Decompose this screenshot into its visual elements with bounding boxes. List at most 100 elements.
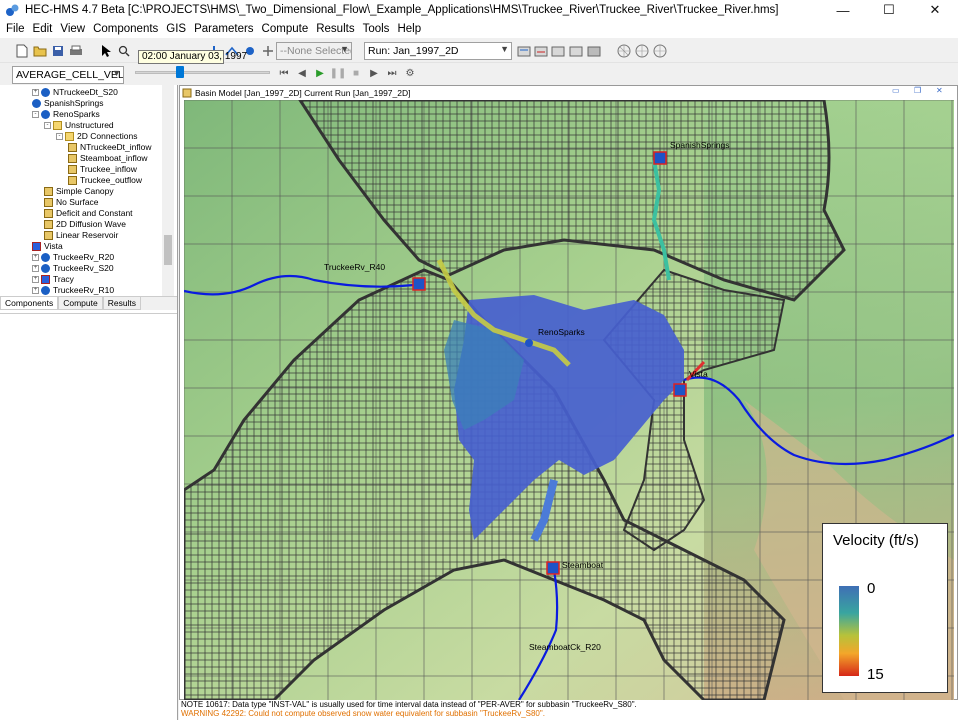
map-restore-button[interactable]: ❐ [914, 86, 921, 95]
tree-item-label: No Surface [56, 197, 99, 207]
menu-tools[interactable]: Tools [359, 23, 394, 35]
tree-item[interactable]: SpanishSprings [32, 98, 104, 109]
tree-item[interactable]: - Unstructured [44, 120, 114, 131]
menu-results[interactable]: Results [312, 23, 358, 35]
watershed-explorer: + NTruckeeDt_S20 SpanishSprings - RenoSparks… [0, 85, 178, 720]
add-element-icon[interactable] [260, 43, 276, 59]
tree-item[interactable]: NTruckeeDt_inflow [68, 142, 152, 153]
tree-item[interactable]: 2D Diffusion Wave [44, 219, 126, 230]
tree-item[interactable]: + TruckeeRv_R20 [32, 252, 114, 263]
tree-item[interactable]: No Surface [44, 197, 99, 208]
run-select-combo[interactable]: Run: Jan_1997_2D ▼ [364, 42, 512, 60]
map-minimize-button[interactable]: ▭ [892, 86, 900, 95]
subbasin-reno-sparks[interactable] [525, 339, 533, 347]
maximize-button[interactable]: ☐ [866, 0, 912, 20]
menu-edit[interactable]: Edit [29, 23, 57, 35]
menu-view[interactable]: View [56, 23, 89, 35]
menu-help[interactable]: Help [393, 23, 425, 35]
tree-item-label: TruckeeRv_R10 [53, 285, 115, 295]
velocity-legend: Velocity (ft/s) 0 15 [822, 523, 948, 693]
grid-view-3-icon[interactable] [652, 43, 668, 59]
element-select-combo[interactable]: --None Selected--▼ [276, 42, 352, 60]
junc-icon [32, 242, 41, 251]
expand-icon[interactable]: + [32, 265, 39, 272]
close-button[interactable]: ✕ [912, 0, 958, 20]
tree-scrollbar[interactable] [162, 85, 174, 296]
tree-item-label: NTruckeeDt_S20 [53, 87, 118, 97]
tab-compute[interactable]: Compute [58, 297, 103, 310]
menu-file[interactable]: File [2, 23, 29, 35]
tree-item[interactable]: Truckee_inflow [68, 164, 137, 175]
time-slider-thumb[interactable] [175, 66, 184, 78]
menu-components[interactable]: Components [89, 23, 162, 35]
tab-components[interactable]: Components [0, 297, 59, 310]
tree-item[interactable]: Simple Canopy [44, 186, 114, 197]
menu-compute[interactable]: Compute [258, 23, 313, 35]
menu-gis[interactable]: GIS [162, 23, 190, 35]
tab-results[interactable]: Results [102, 297, 142, 310]
junction-spanish-springs[interactable] [653, 151, 667, 165]
tree-item-label: Truckee_inflow [80, 164, 137, 174]
sub-icon [68, 176, 77, 185]
zoom-icon[interactable] [116, 43, 132, 59]
tree-item[interactable]: + NTruckeeDt_S20 [32, 87, 118, 98]
tree-item[interactable]: Steamboat_inflow [68, 153, 148, 164]
grid-view-icon[interactable] [616, 43, 632, 59]
skip-to-end-icon[interactable]: ⏭ [386, 66, 398, 80]
junction-truckee-r40[interactable] [412, 277, 426, 291]
minimize-button[interactable]: — [820, 0, 866, 20]
compute-all-icon[interactable] [533, 43, 549, 59]
print-icon[interactable] [68, 43, 84, 59]
skip-to-start-icon[interactable]: ⏮ [278, 66, 290, 80]
tree-item-label: Truckee_outflow [80, 175, 143, 185]
step-forward-icon[interactable]: ▶ [368, 66, 380, 80]
tree-item[interactable]: + Tracy [32, 274, 74, 285]
collapse-icon[interactable]: - [32, 111, 39, 118]
time-slider-track[interactable] [135, 71, 270, 74]
table-icon[interactable] [586, 43, 602, 59]
tree-item[interactable]: Deficit and Constant [44, 208, 133, 219]
global-summary-icon[interactable] [550, 43, 566, 59]
tree-item[interactable]: + TruckeeRv_R10 [32, 285, 114, 296]
junction-vista[interactable] [673, 383, 687, 397]
compute-run-icon[interactable] [516, 43, 532, 59]
play-icon[interactable]: ▶ [314, 66, 326, 80]
expand-icon[interactable]: + [32, 287, 39, 294]
pointer-tool-icon[interactable] [98, 43, 114, 59]
results-variable-combo[interactable]: AVERAGE_CELL_VELOCITY▼ [12, 66, 124, 84]
map-close-button[interactable]: ✕ [936, 86, 943, 95]
collapse-icon[interactable]: - [44, 122, 51, 129]
tree-item[interactable]: - RenoSparks [32, 109, 100, 120]
expand-icon[interactable]: + [32, 89, 39, 96]
tree-item[interactable]: - 2D Connections [56, 131, 137, 142]
legend-bottom-value: 15 [867, 666, 884, 683]
graph-icon[interactable] [568, 43, 584, 59]
title-bar: HEC-HMS 4.7 Beta [C:\PROJECTS\HMS\_Two_D… [0, 0, 958, 20]
grid-view-2-icon[interactable] [634, 43, 650, 59]
node-icon [32, 99, 41, 108]
map-window-titlebar: Basin Model [Jan_1997_2D] Current Run [J… [180, 86, 957, 99]
stop-icon[interactable]: ■ [350, 66, 362, 80]
tree-item[interactable]: Linear Reservoir [44, 230, 118, 241]
menu-parameters[interactable]: Parameters [190, 23, 257, 35]
collapse-icon[interactable]: - [56, 133, 63, 140]
open-folder-icon[interactable] [32, 43, 48, 59]
tree-item[interactable]: Truckee_outflow [68, 175, 142, 186]
junction-steamboat[interactable] [546, 561, 560, 575]
animation-settings-icon[interactable]: ⚙ [404, 66, 416, 80]
step-back-icon[interactable]: ◀ [296, 66, 308, 80]
tree-item-label: Tracy [53, 274, 74, 284]
new-file-icon[interactable] [14, 43, 30, 59]
tree-scroll-thumb[interactable] [164, 235, 172, 265]
expand-icon[interactable]: + [32, 276, 39, 283]
label-reno-sparks: RenoSparks [538, 327, 585, 337]
tree-item[interactable]: + TruckeeRv_S20 [32, 263, 114, 274]
tree-item[interactable]: Vista [32, 241, 63, 252]
expand-icon[interactable]: + [32, 254, 39, 261]
tree-item-label: TruckeeRv_S20 [53, 263, 114, 273]
save-icon[interactable] [50, 43, 66, 59]
pause-icon[interactable]: ❚❚ [330, 66, 347, 80]
tree-item-label: Simple Canopy [56, 186, 114, 196]
message-log: NOTE 10617: Data type "INST-VAL" is usua… [179, 700, 958, 720]
message-note: NOTE 10617: Data type "INST-VAL" is usua… [181, 700, 637, 709]
